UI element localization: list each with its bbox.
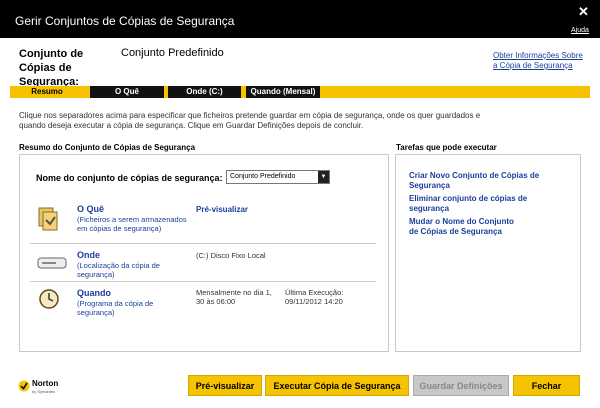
- task-create-set[interactable]: Criar Novo Conjunto de Cópias de Seguran…: [409, 171, 569, 191]
- task-delete-set[interactable]: Eliminar conjunto de cópias de segurança: [409, 194, 569, 214]
- row-what-subtitle: (Ficheiros a serem armazenados em cópias…: [77, 215, 187, 233]
- tab-resumo[interactable]: Resumo: [12, 86, 82, 98]
- instructions-text: Clique nos separadores acima para especi…: [19, 111, 481, 130]
- tasks-title: Tarefas que pode executar: [396, 143, 497, 152]
- title-bar[interactable]: Gerir Conjuntos de Cópias de Segurança ✕…: [0, 0, 600, 38]
- backup-set-label: Conjunto de Cópias de Segurança:: [19, 48, 84, 88]
- norton-logo: Norton by Symantec: [18, 377, 58, 397]
- tab-o-que[interactable]: O Quê: [90, 86, 164, 98]
- tab-quando[interactable]: Quando (Mensal): [246, 86, 320, 98]
- backup-sets-window: Gerir Conjuntos de Cópias de Segurança ✕…: [0, 0, 600, 408]
- files-icon: [38, 207, 58, 231]
- hard-drive-icon: [37, 257, 67, 269]
- set-name-select-value: Conjunto Predefinido: [230, 173, 296, 180]
- norton-logo-sub: by Symantec: [32, 389, 56, 394]
- preview-button[interactable]: Pré-visualizar: [188, 375, 262, 396]
- row-where-subtitle: (Localização da cópia de segurança): [77, 261, 160, 279]
- row-divider: [30, 281, 376, 282]
- preview-link[interactable]: Pré-visualizar: [196, 205, 248, 214]
- backup-info-link[interactable]: Obter Informações Sobre a Cópia de Segur…: [493, 51, 583, 71]
- last-run-value: 09/11/2012 14:20: [285, 297, 343, 306]
- clock-icon: [39, 289, 59, 309]
- task-rename-set[interactable]: Mudar o Nome do Conjunto de Cópias de Se…: [409, 217, 519, 237]
- close-icon[interactable]: ✕: [578, 4, 589, 20]
- save-settings-button[interactable]: Guardar Definições: [413, 375, 509, 396]
- row-when-title[interactable]: Quando: [77, 288, 111, 298]
- set-name-select[interactable]: Conjunto Predefinido ▼: [226, 170, 330, 184]
- row-what-title[interactable]: O Quê: [77, 204, 104, 214]
- backup-location: (C:) Disco Fixo Local: [196, 251, 266, 260]
- backup-set-name: Conjunto Predefinido: [121, 47, 224, 59]
- schedule-text: Mensalmente no dia 1, 30 às 06:00: [196, 288, 272, 306]
- norton-logo-text: Norton: [32, 379, 59, 388]
- dropdown-arrow-icon[interactable]: ▼: [318, 171, 329, 183]
- help-link[interactable]: Ajuda: [571, 27, 589, 34]
- summary-title: Resumo do Conjunto de Cópias de Seguranç…: [19, 143, 196, 152]
- window-title: Gerir Conjuntos de Cópias de Segurança: [15, 14, 235, 28]
- row-when-subtitle: (Programa da cópia de segurança): [77, 299, 154, 317]
- set-name-label: Nome do conjunto de cópias de segurança:: [36, 173, 223, 183]
- norton-check-icon: [18, 380, 30, 392]
- row-divider: [30, 243, 376, 244]
- run-backup-button[interactable]: Executar Cópia de Segurança: [265, 375, 409, 396]
- row-where-title[interactable]: Onde: [77, 250, 100, 260]
- close-button[interactable]: Fechar: [513, 375, 580, 396]
- tab-onde[interactable]: Onde (C:): [168, 86, 241, 98]
- last-run-label: Última Execução:: [285, 288, 344, 297]
